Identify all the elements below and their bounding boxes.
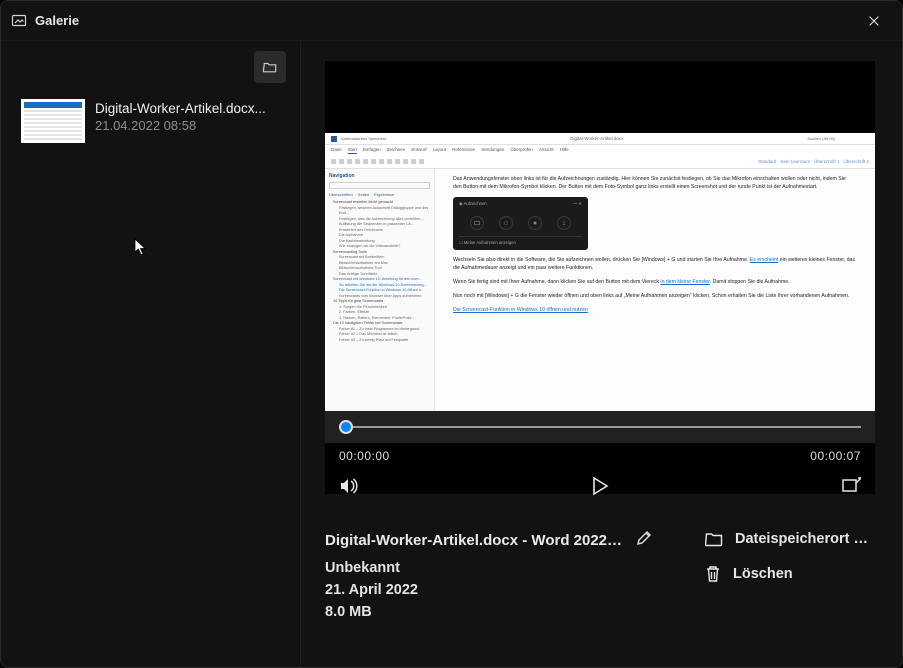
file-author: Unbekannt	[325, 560, 665, 576]
video-player: Automatisches Speichern Digital-Worker-A…	[325, 61, 875, 494]
file-metadata: Digital-Worker-Artikel.docx - Word 2022-…	[325, 529, 878, 626]
time-total: 00:00:07	[810, 449, 861, 463]
file-date: 21. April 2022	[325, 582, 665, 598]
file-size: 8.0 MB	[325, 604, 665, 620]
play-button[interactable]	[591, 476, 609, 496]
window-title: Galerie	[35, 13, 79, 28]
sidebar: Digital-Worker-Artikel.docx... 21.04.202…	[1, 41, 301, 668]
seek-bar[interactable]	[339, 426, 861, 428]
gallery-window: Galerie	[0, 0, 903, 668]
recording-list-item[interactable]: Digital-Worker-Artikel.docx... 21.04.202…	[19, 95, 286, 147]
delete-label: Löschen	[733, 566, 793, 582]
seek-thumb[interactable]	[339, 420, 353, 434]
delete-button[interactable]: Löschen	[705, 565, 875, 583]
open-file-location-button[interactable]: Dateispeicherort öff...	[705, 531, 875, 547]
recording-date: 21.04.2022 08:58	[95, 118, 266, 133]
video-frame-preview: Automatisches Speichern Digital-Worker-A…	[325, 133, 875, 411]
mouse-cursor-icon	[134, 238, 148, 256]
time-current: 00:00:00	[339, 449, 390, 463]
rename-button[interactable]	[635, 529, 653, 552]
play-badge-icon	[41, 112, 65, 130]
gallery-icon	[11, 13, 27, 29]
video-controls: 00:00:00 00:00:07	[325, 411, 875, 493]
titlebar: Galerie	[1, 1, 902, 41]
recording-thumbnail	[21, 99, 85, 143]
folder-filter-button[interactable]	[254, 51, 286, 83]
open-file-location-label: Dateispeicherort öff...	[735, 531, 875, 547]
fullscreen-button[interactable]	[841, 477, 861, 495]
volume-button[interactable]	[339, 477, 359, 495]
file-title: Digital-Worker-Artikel.docx - Word 2022-…	[325, 532, 625, 549]
recording-title: Digital-Worker-Artikel.docx...	[95, 101, 266, 116]
detail-pane: Automatisches Speichern Digital-Worker-A…	[301, 41, 902, 668]
close-button[interactable]	[856, 3, 892, 39]
